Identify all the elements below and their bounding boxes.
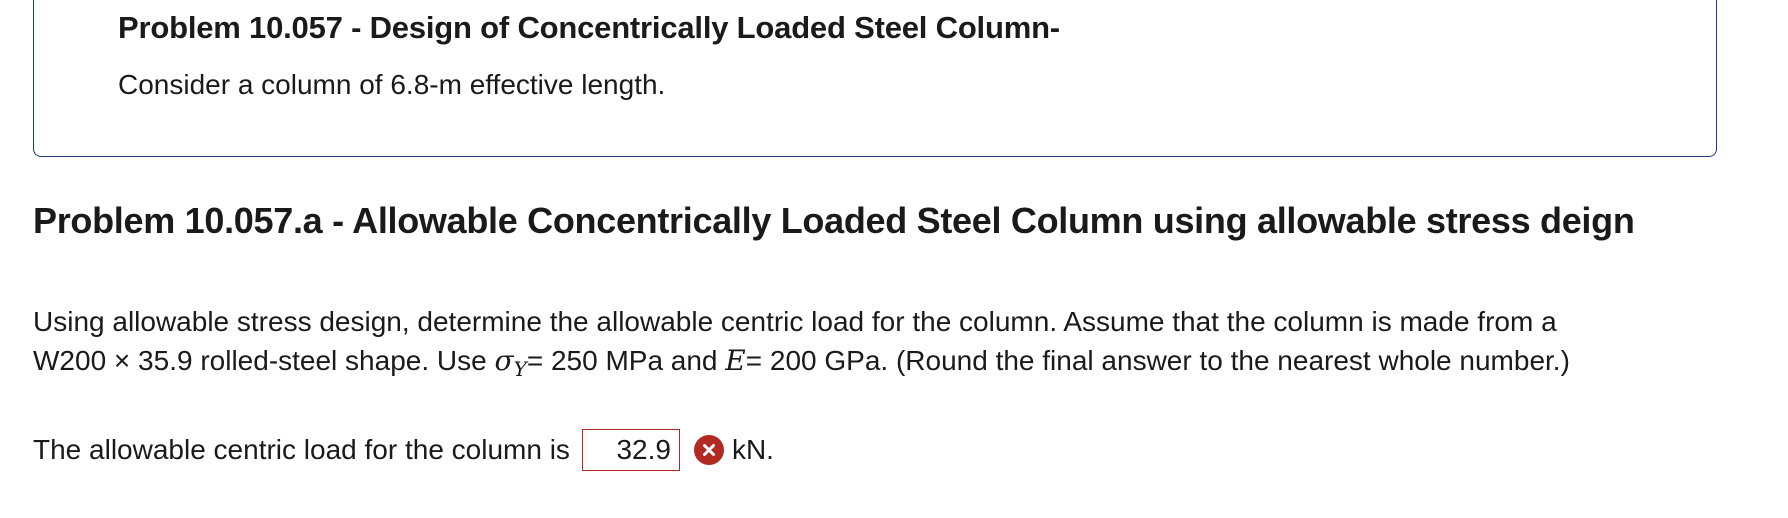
problem-statement: Using allowable stress design, determine…: [33, 302, 1773, 389]
incorrect-x-icon: [693, 435, 724, 465]
statement-text-b: = 250 MPa and: [526, 345, 726, 376]
sigma-subscript: Y: [513, 357, 527, 381]
sigma-symbol: σ: [494, 344, 514, 377]
problem-title: Problem 10.057 - Design of Concentricall…: [118, 10, 1060, 45]
statement-line-1: Using allowable stress design, determine…: [33, 306, 1557, 337]
part-title: Problem 10.057.a - Allowable Concentrica…: [33, 200, 1635, 241]
problem-context-text: Consider a column of 6.8-m effective len…: [118, 69, 666, 100]
answer-unit: kN.: [731, 434, 774, 465]
answer-input[interactable]: [581, 429, 680, 471]
statement-text-c: = 200 GPa. (Round the final answer to th…: [745, 345, 1570, 376]
answer-prompt: The allowable centric load for the colum…: [33, 434, 570, 465]
answer-row: The allowable centric load for the colum…: [33, 428, 774, 472]
statement-line-2: W200 × 35.9 rolled-steel shape. Use σY= …: [33, 341, 1773, 389]
statement-text-a: W200 × 35.9 rolled-steel shape. Use: [33, 345, 495, 376]
modulus-symbol: E: [725, 344, 746, 377]
